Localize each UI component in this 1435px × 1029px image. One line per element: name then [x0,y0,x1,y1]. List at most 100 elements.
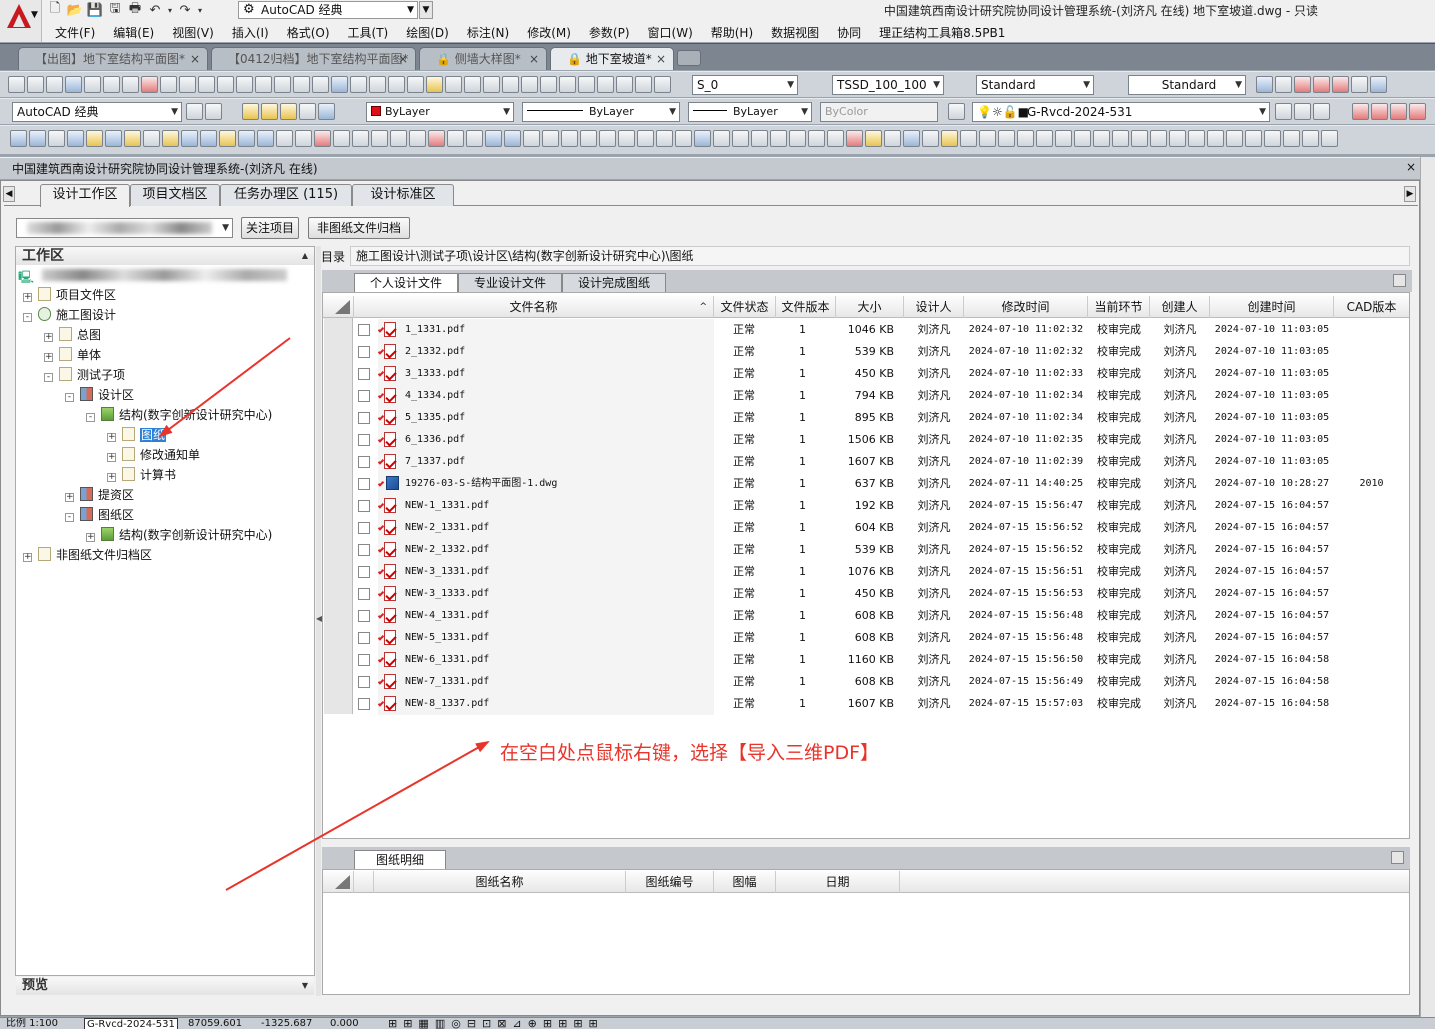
tab-design-standards[interactable]: 设计标准区 [352,184,454,206]
menu-window[interactable]: 窗口(W) [639,24,702,41]
close-icon[interactable]: × [656,48,666,70]
preview-header[interactable]: 预览 ▼ [16,977,314,995]
current-layer-readout[interactable]: G-Rvcd-2024-531 [84,1018,178,1029]
menu-data-view[interactable]: 数据视图 [762,24,828,41]
maximize-icon[interactable] [1391,851,1404,864]
select-all-corner[interactable] [323,871,354,893]
table-row[interactable]: 1_1331.pdf 正常 1 1046 KB 刘济凡 2024-07-10 11:02:… [354,319,1408,341]
tree-node[interactable]: + 项目文件区 [23,286,116,304]
expand-icon[interactable]: + [86,533,95,542]
customize-quick-access-button[interactable]: ▼ [419,1,433,19]
row-checkbox[interactable] [358,632,370,644]
table-row[interactable]: 7_1337.pdf 正常 1 1607 KB 刘济凡 2024-07-10 11:02:… [354,451,1408,473]
tree-node[interactable]: + 总图 [44,326,101,344]
col-header-date[interactable]: 日期 [776,871,900,893]
print-icon[interactable]: 🖶 [126,1,144,19]
panel-splitter[interactable]: ◀ [316,246,322,996]
table-row[interactable]: 3_1333.pdf 正常 1 450 KB 刘济凡 2024-07-10 11:02:3… [354,363,1408,385]
workspace-select-2[interactable]: AutoCAD 经典 ▼ [12,102,182,122]
undo-dropdown-icon[interactable]: ▾ [166,1,174,19]
tree-node[interactable]: + 计算书 [107,466,176,484]
row-checkbox[interactable] [358,434,370,446]
doc-tab-active[interactable]: 🔒 地下室坡道* × [550,47,674,70]
close-icon[interactable]: × [529,48,539,70]
table-row[interactable]: 6_1336.pdf 正常 1 1506 KB 刘济凡 2024-07-10 11:02:… [354,429,1408,451]
col-header-designer[interactable]: 设计人 [904,296,964,318]
table-row[interactable]: 5_1335.pdf 正常 1 895 KB 刘济凡 2024-07-10 11:02:3… [354,407,1408,429]
row-checkbox[interactable] [358,698,370,710]
menu-parametric[interactable]: 参数(P) [580,24,639,41]
autocad-logo-button[interactable]: ▼ [0,0,42,42]
expand-icon[interactable]: + [23,553,32,562]
menu-lizheng-toolbox[interactable]: 理正结构工具箱8.5PB1 [870,24,1014,41]
col-header-stage[interactable]: 当前环节 [1088,296,1150,318]
col-header-created[interactable]: 创建时间 [1210,296,1334,318]
save-icon[interactable]: 💾 [86,1,104,19]
tab-completed-drawings[interactable]: 设计完成图纸 [562,273,666,292]
col-header-size-format[interactable]: 图幅 [714,871,776,893]
layer-state-icons[interactable] [1275,103,1330,120]
chevron-up-icon[interactable]: ▲ [302,247,308,265]
row-checkbox[interactable] [358,412,370,424]
col-header-cad-version[interactable]: CAD版本 [1334,296,1409,318]
new-tab-button[interactable] [677,50,701,66]
tree-node[interactable]: - 施工图设计 [23,306,116,324]
menu-collaboration[interactable]: 协同 [828,24,870,41]
menu-help[interactable]: 帮助(H) [702,24,762,41]
tree-node[interactable]: + 提资区 [65,486,134,504]
redo-icon[interactable]: ↷ [176,1,194,19]
menu-dimension[interactable]: 标注(N) [458,24,518,41]
row-checkbox[interactable] [358,654,370,666]
close-icon[interactable]: × [398,48,408,70]
tree-root-user[interactable]: 🖳 [18,268,288,284]
tree-node[interactable]: - 设计区 [65,386,134,404]
table-style-select[interactable]: Standard ▼ [976,75,1094,95]
expand-icon[interactable]: + [107,453,116,462]
col-header-filename[interactable]: 文件名称 ^ [354,296,714,318]
close-icon[interactable]: × [1406,160,1416,174]
select-all-corner[interactable] [323,296,354,318]
row-checkbox[interactable] [358,390,370,402]
row-checkbox[interactable] [358,478,370,490]
tree-node[interactable]: + 修改通知单 [107,446,200,464]
tree-node[interactable]: - 测试子项 [44,366,125,384]
tab-discipline-files[interactable]: 专业设计文件 [458,273,562,292]
tab-project-documents[interactable]: 项目文档区 [130,184,220,206]
vertical-scrollbar[interactable] [1420,157,1435,1017]
row-checkbox[interactable] [358,610,370,622]
col-header-drawing-number[interactable]: 图纸编号 [626,871,714,893]
doc-tab[interactable]: 🔒 侧墙大样图* × [419,47,547,70]
row-checkbox[interactable] [358,522,370,534]
table-row[interactable]: NEW-3_1331.pdf 正常 1 1076 KB 刘济凡 2024-07-15 15… [354,561,1408,583]
save-as-icon[interactable]: 🖫 [106,1,124,19]
table-row[interactable]: NEW-5_1331.pdf 正常 1 608 KB 刘济凡 2024-07-15 15:… [354,627,1408,649]
lineweight-select[interactable]: ByLayer ▼ [688,102,812,122]
table-row[interactable]: NEW-4_1331.pdf 正常 1 608 KB 刘济凡 2024-07-15 15:… [354,605,1408,627]
table-row[interactable]: NEW-6_1331.pdf 正常 1 1160 KB 刘济凡 2024-07-15 15… [354,649,1408,671]
doc-tab[interactable]: 【0412归档】地下室结构平面图* × [211,47,416,70]
col-header-size[interactable]: 大小 [836,296,904,318]
table-row[interactable]: 4_1334.pdf 正常 1 794 KB 刘济凡 2024-07-10 11:02:3… [354,385,1408,407]
tree-node[interactable]: - 结构(数字创新设计研究中心) [86,406,272,424]
tree-node[interactable]: + 非图纸文件归档区 [23,546,152,564]
follow-project-button[interactable]: 关注项目 [241,217,299,239]
collapse-icon[interactable]: - [65,393,74,402]
layer-manager-icons[interactable] [948,103,965,120]
collapse-icon[interactable]: - [44,373,53,382]
expand-icon[interactable]: + [23,293,32,302]
collapse-icon[interactable]: - [86,413,95,422]
col-header-drawing-name[interactable]: 图纸名称 [374,871,626,893]
standard-icons[interactable] [8,76,671,93]
tree-node-selected[interactable]: + 图纸 [107,426,167,444]
undo-icon[interactable]: ↶ [146,1,164,19]
tab-drawing-details[interactable]: 图纸明细 [354,850,446,869]
row-checkbox[interactable] [358,676,370,688]
maximize-icon[interactable] [1393,274,1406,287]
doc-tab[interactable]: 【出图】地下室结构平面图* × [18,47,208,70]
close-icon[interactable]: × [190,48,200,70]
layer-tool-icons[interactable] [242,103,335,120]
text-style-select[interactable]: S_0 ▼ [692,75,798,95]
col-header-creator[interactable]: 创建人 [1150,296,1210,318]
table-row[interactable]: NEW-2_1331.pdf 正常 1 604 KB 刘济凡 2024-07-15 15:… [354,517,1408,539]
table-row[interactable]: NEW-2_1332.pdf 正常 1 539 KB 刘济凡 2024-07-15 15:… [354,539,1408,561]
